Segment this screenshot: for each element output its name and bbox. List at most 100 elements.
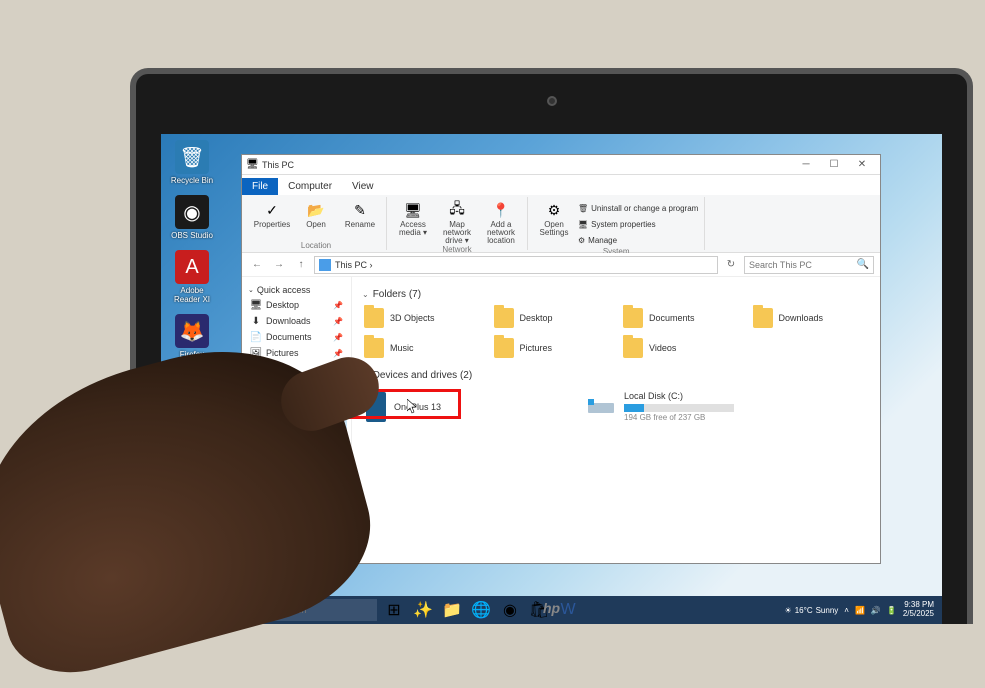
address-text: This PC › [335,260,373,270]
maximize-button[interactable]: ☐ [820,156,848,174]
ribbon-group-system: ⚙Open Settings 🗑Uninstall or change a pro… [528,197,705,250]
address-bar-row: ← → ↑ This PC › ↻ 🔍 [242,253,880,277]
ribbon: ✓Properties📂Open✎Rename Location 🖥Access m… [242,195,880,253]
recycle-bin-icon: 🗑 [175,140,209,174]
access-media-icon: 🖥 [402,199,424,221]
open-settings-icon: ⚙ [543,199,565,221]
properties-button[interactable]: ✓Properties [252,197,292,229]
battery-icon[interactable]: 🔋 [887,606,897,615]
task-view-button[interactable]: ⊞ [381,598,407,622]
refresh-button[interactable]: ↻ [722,256,740,274]
copilot-icon[interactable]: ✨ [410,598,436,622]
chevron-down-icon: ⌄ [248,286,254,294]
open-button[interactable]: 📂Open [296,197,336,229]
folder-icon [623,308,643,328]
search-box[interactable]: 🔍 [744,256,874,274]
sys-props-button[interactable]: 🖥System properties [578,217,698,231]
rename-button[interactable]: ✎Rename [340,197,380,229]
close-button[interactable]: ✕ [848,156,876,174]
weather-widget[interactable]: ☀ 16°C Sunny [785,606,839,615]
folder-icon [753,308,773,328]
open-settings-button[interactable]: ⚙Open Settings [534,197,574,237]
open-icon: 📂 [305,199,327,221]
adobe-icon: A [175,250,209,284]
chrome-taskbar-icon[interactable]: ◉ [497,598,523,622]
desktop-icon-recycle-bin[interactable]: 🗑 Recycle Bin [167,140,217,185]
manage-icon: ⚙ [578,236,585,245]
back-button[interactable]: ← [248,256,266,274]
disk-usage-bar [624,404,734,412]
explorer-taskbar-icon[interactable]: 📁 [439,598,465,622]
map-drive-button[interactable]: 🖧Map network drive ▾ [437,197,477,245]
folder-downloads[interactable]: Downloads [751,306,871,330]
tab-file[interactable]: File [242,178,278,195]
folder-icon [623,338,643,358]
folder-music[interactable]: Music [362,336,482,360]
titlebar: 🖥 This PC ─ ☐ ✕ [242,155,880,175]
ribbon-group-label: Location [301,241,331,250]
minimize-button[interactable]: ─ [792,156,820,174]
folder-3d-objects[interactable]: 3D Objects [362,306,482,330]
properties-icon: ✓ [261,199,283,221]
up-button[interactable]: ↑ [292,256,310,274]
search-input[interactable] [749,260,853,270]
nav-item-desktop[interactable]: 🖥Desktop📌 [246,297,347,313]
rename-icon: ✎ [349,199,371,221]
obs-icon: ◉ [175,195,209,229]
ribbon-tabs: FileComputerView [242,175,880,195]
documents-icon: 📄 [250,331,262,343]
folder-pictures[interactable]: Pictures [492,336,612,360]
drive-localdisk[interactable]: Local Disk (C:)194 GB free of 237 GB [582,387,782,426]
desktop-icon-label: Recycle Bin [167,176,217,185]
address-bar[interactable]: This PC › [314,256,718,274]
nav-quick-access[interactable]: ⌄Quick access [246,283,347,297]
access-media-button[interactable]: 🖥Access media ▾ [393,197,433,237]
ribbon-group-location: ✓Properties📂Open✎Rename Location [246,197,387,250]
edge-taskbar-icon[interactable]: 🌐 [468,598,494,622]
folder-documents[interactable]: Documents [621,306,741,330]
desktop-icon-label: Adobe Reader XI [167,286,217,304]
volume-icon[interactable]: 🔊 [871,606,881,615]
tray-chevron-icon[interactable]: ˄ [844,606,849,615]
folder-icon [494,308,514,328]
pin-icon: 📌 [333,333,343,342]
thispc-icon: 🖥 [246,159,258,171]
weather-cond: Sunny [816,606,839,615]
folders-section-header[interactable]: ⌄Folders (7) [362,289,870,300]
manage-button[interactable]: ⚙Manage [578,233,698,247]
weather-temp: 16°C [795,606,813,615]
sun-icon: ☀ [785,606,792,615]
drives-section-header[interactable]: ⌄Devices and drives (2) [362,370,870,381]
window-title: This PC [262,160,792,170]
clock[interactable]: 9:38 PM 2/5/2025 [903,601,938,619]
tab-view[interactable]: View [342,178,384,195]
content-pane: ⌄Folders (7) 3D Objects Desktop Documents Do… [352,277,880,563]
nav-item-downloads[interactable]: ⬇Downloads📌 [246,313,347,329]
clock-date: 2/5/2025 [903,610,934,619]
nav-item-documents[interactable]: 📄Documents📌 [246,329,347,345]
uninstall-icon: 🗑 [578,204,588,213]
ribbon-group-network: 🖥Access media ▾🖧Map network drive ▾📍Add … [387,197,528,250]
desktop-icon-adobe[interactable]: A Adobe Reader XI [167,250,217,304]
desktop-icon-obs[interactable]: ◉ OBS Studio [167,195,217,240]
desktop-icon-label: OBS Studio [167,231,217,240]
webcam [547,96,557,106]
disk-icon [586,392,616,422]
add-location-button[interactable]: 📍Add a network location [481,197,521,245]
chevron-down-icon: ⌄ [362,290,369,299]
search-icon: 🔍 [857,259,869,270]
uninstall-button[interactable]: 🗑Uninstall or change a program [578,201,698,215]
downloads-icon: ⬇ [250,315,262,327]
folders-grid: 3D Objects Desktop Documents Downloads Music… [362,306,870,360]
folder-icon [364,308,384,328]
map-drive-icon: 🖧 [446,199,468,221]
network-icon[interactable]: 📶 [855,606,865,615]
forward-button[interactable]: → [270,256,288,274]
thispc-addr-icon [319,259,331,271]
folder-desktop[interactable]: Desktop [492,306,612,330]
sys-props-icon: 🖥 [578,220,588,229]
system-tray: ☀ 16°C Sunny ˄ 📶 🔊 🔋 9:38 PM 2/5/2025 [785,601,938,619]
tab-computer[interactable]: Computer [278,178,342,195]
pin-icon: 📌 [333,301,343,310]
folder-videos[interactable]: Videos [621,336,741,360]
